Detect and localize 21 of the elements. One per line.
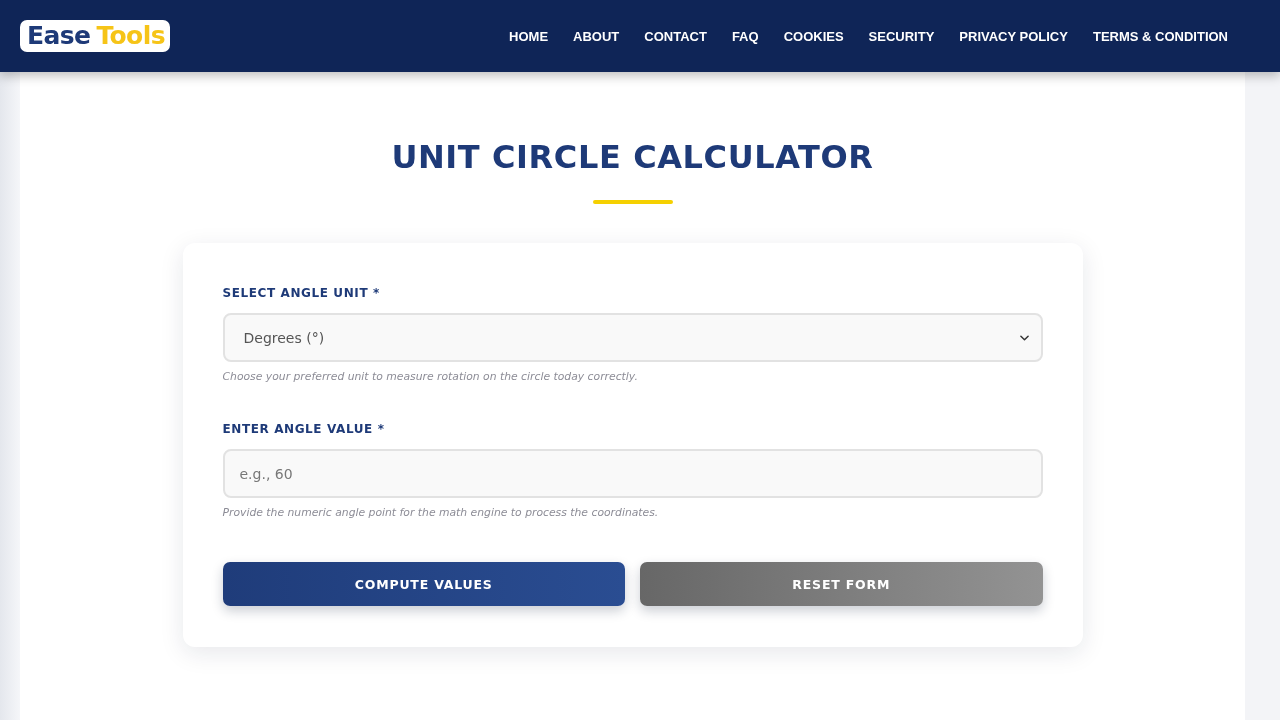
angle-unit-select[interactable]: Degrees (°) (222, 313, 1043, 362)
field-hint: Choose your preferred unit to measure rotation on the circle today correctly. (222, 370, 638, 384)
chevron-down-icon (1019, 334, 1029, 341)
page-title: UNIT CIRCLE CALCULATOR (391, 137, 874, 178)
logo[interactable]: Ease Tools (20, 20, 170, 52)
reset-button[interactable]: RESET FORM (640, 562, 1043, 606)
nav-link[interactable]: TERMS & CONDITION (1092, 28, 1228, 44)
angle-value-input[interactable]: e.g., 60 (222, 449, 1043, 498)
logo-word: Tools (96, 20, 165, 52)
nav-link[interactable]: COOKIES (783, 28, 844, 44)
nav-link[interactable]: ABOUT (573, 28, 620, 44)
logo-word: Ease (27, 20, 91, 52)
field-label: SELECT ANGLE UNIT * (222, 285, 380, 301)
nav-link[interactable]: PRIVACY POLICY (959, 28, 1068, 44)
nav-link[interactable]: FAQ (731, 28, 759, 44)
nav-link[interactable]: HOME (509, 28, 549, 44)
field-hint: Provide the numeric angle point for the math engine to process the coordinates. (222, 506, 659, 520)
nav-link[interactable]: CONTACT (644, 28, 707, 44)
nav-link[interactable]: SECURITY (868, 28, 935, 44)
field-label: ENTER ANGLE VALUE * (222, 421, 385, 437)
compute-button[interactable]: COMPUTE VALUES (222, 562, 625, 606)
